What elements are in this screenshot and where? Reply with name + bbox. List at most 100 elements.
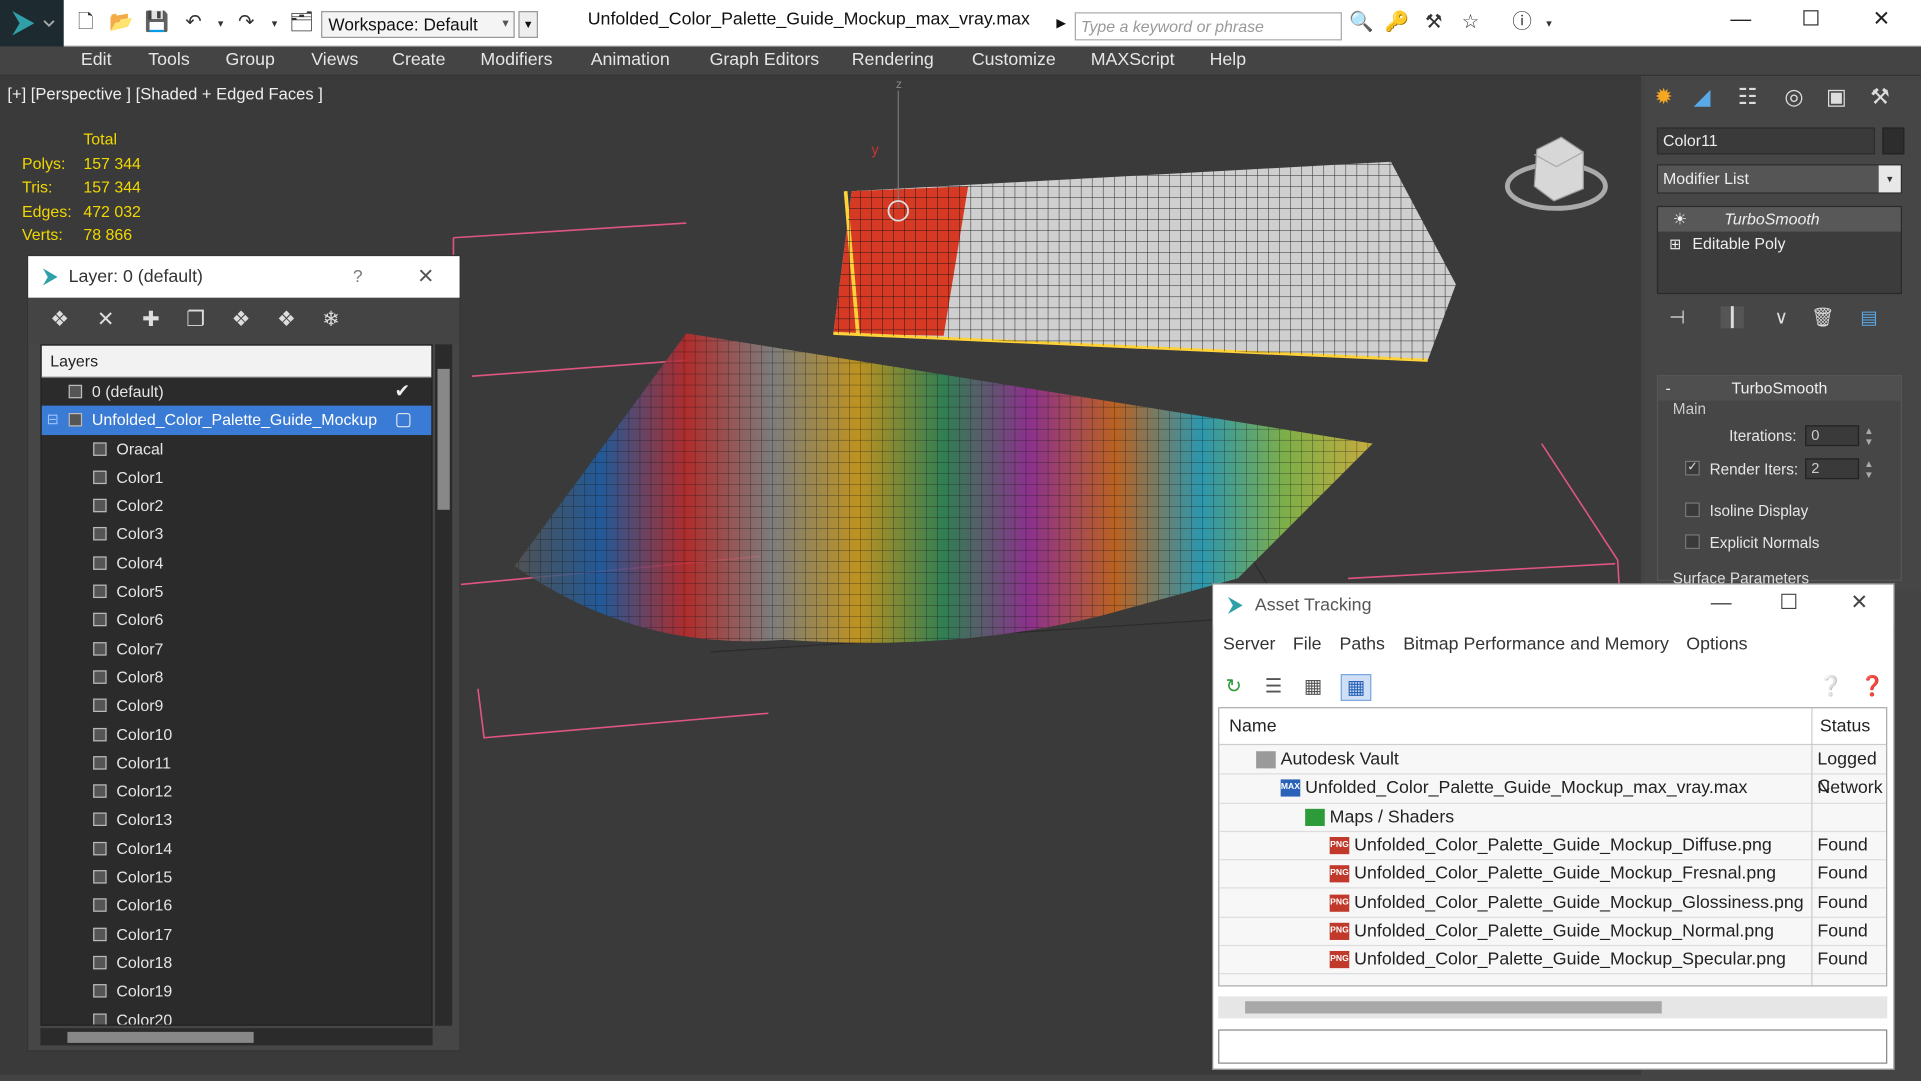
- asset-row[interactable]: PNG Unfolded_Color_Palette_Guide_Mockup_G…: [1219, 889, 1887, 918]
- layer-row[interactable]: Color16: [42, 891, 432, 920]
- table-view-icon[interactable]: ▦: [1340, 674, 1372, 701]
- layer-row[interactable]: Color17: [42, 920, 432, 949]
- remove-modifier-icon[interactable]: 🗑: [1811, 306, 1834, 329]
- layers-column-header[interactable]: Layers: [41, 345, 432, 378]
- spinner-arrows-icon[interactable]: ▲ ▼: [1864, 425, 1874, 447]
- search-expand-icon[interactable]: ▶: [1056, 12, 1071, 37]
- menu-animation[interactable]: Animation: [591, 50, 670, 70]
- layer-explorer-titlebar[interactable]: Layer: 0 (default) ? ×: [28, 256, 460, 298]
- hide-layers-icon[interactable]: ❖: [277, 308, 296, 333]
- collapse-icon[interactable]: ⊟: [47, 406, 59, 434]
- menu-bitmap-performance[interactable]: Bitmap Performance and Memory: [1403, 635, 1669, 655]
- menu-rendering[interactable]: Rendering: [852, 50, 934, 70]
- list-view-icon[interactable]: ☰: [1265, 674, 1283, 699]
- asset-row[interactable]: MAX Unfolded_Color_Palette_Guide_Mockup_m…: [1219, 775, 1887, 804]
- context-help-icon[interactable]: ❓: [1860, 674, 1884, 699]
- refresh-icon[interactable]: ↻: [1226, 674, 1242, 699]
- layer-row[interactable]: Color6: [42, 606, 432, 635]
- menu-server[interactable]: Server: [1223, 635, 1275, 655]
- close-icon[interactable]: ×: [418, 260, 434, 292]
- layer-row[interactable]: Color15: [42, 863, 432, 892]
- menu-file[interactable]: File: [1293, 635, 1322, 655]
- menu-views[interactable]: Views: [311, 50, 358, 70]
- layer-row[interactable]: Color9: [42, 692, 432, 721]
- delete-layer-icon[interactable]: ✕: [97, 308, 114, 333]
- undo-icon[interactable]: ↶: [181, 11, 206, 36]
- asset-row[interactable]: PNG Unfolded_Color_Palette_Guide_Mockup_S…: [1219, 946, 1887, 975]
- layer-row[interactable]: Color2: [42, 492, 432, 521]
- rollout-header[interactable]: - TurboSmooth: [1658, 376, 1901, 401]
- star-icon[interactable]: ☆: [1458, 11, 1483, 36]
- redo-dropdown-icon[interactable]: ▾: [262, 11, 287, 36]
- layer-row[interactable]: Color13: [42, 806, 432, 835]
- app-logo[interactable]: [0, 0, 64, 47]
- object-color-swatch[interactable]: [1882, 127, 1905, 155]
- column-header-name[interactable]: Name: [1229, 717, 1276, 737]
- layer-row[interactable]: ⊟ Unfolded_Color_Palette_Guide_Mockup ▢: [41, 406, 432, 435]
- configure-sets-icon[interactable]: ▤: [1860, 306, 1877, 329]
- minimize-icon[interactable]: —: [1711, 591, 1732, 616]
- highlight-layer-icon[interactable]: ❖: [232, 308, 251, 333]
- render-iters-checkbox[interactable]: ✓: [1685, 460, 1700, 476]
- layer-row[interactable]: Color19: [42, 977, 432, 1006]
- horizontal-scrollbar[interactable]: [1218, 996, 1888, 1019]
- menu-customize[interactable]: Customize: [972, 50, 1056, 70]
- asset-row[interactable]: PNG Unfolded_Color_Palette_Guide_Mockup_F…: [1219, 861, 1887, 890]
- workspace-dropdown[interactable]: Workspace: Default ▾: [321, 11, 515, 38]
- pin-stack-icon[interactable]: ⊣: [1669, 306, 1685, 329]
- isoline-display-checkbox[interactable]: [1685, 502, 1700, 518]
- menu-options[interactable]: Options: [1686, 635, 1747, 655]
- layer-row[interactable]: Color11: [42, 749, 432, 778]
- menu-help[interactable]: Help: [1210, 50, 1247, 70]
- redo-icon[interactable]: ↷: [234, 11, 259, 36]
- undo-dropdown-icon[interactable]: ▾: [208, 11, 233, 36]
- help-icon[interactable]: ❔: [1819, 674, 1843, 699]
- object-name-field[interactable]: Color11: [1656, 127, 1876, 155]
- vertical-scrollbar[interactable]: [435, 344, 453, 1026]
- stack-item-editable-poly[interactable]: ⊞ Editable Poly: [1658, 232, 1901, 257]
- lightbulb-icon[interactable]: ☀: [1673, 207, 1687, 232]
- add-to-layer-icon[interactable]: ✚: [142, 308, 159, 333]
- menu-group[interactable]: Group: [225, 50, 274, 70]
- menu-create[interactable]: Create: [392, 50, 445, 70]
- maximize-icon[interactable]: ☐: [1801, 7, 1820, 32]
- workspace-menu-button[interactable]: ▼: [518, 11, 538, 38]
- horizontal-scrollbar[interactable]: [40, 1028, 433, 1046]
- asset-row[interactable]: PNG Unfolded_Color_Palette_Guide_Mockup_D…: [1219, 832, 1887, 861]
- make-unique-icon[interactable]: ∨: [1775, 306, 1788, 329]
- spinner-arrows-icon[interactable]: ▲ ▼: [1864, 458, 1874, 480]
- layer-row[interactable]: Color20: [42, 1006, 432, 1025]
- asset-row[interactable]: Autodesk Vault Logged C: [1219, 746, 1887, 797]
- modify-tab-icon[interactable]: ◢: [1694, 85, 1711, 111]
- show-end-result-icon[interactable]: ┃: [1720, 306, 1744, 329]
- menu-tools[interactable]: Tools: [148, 50, 189, 70]
- tree-view-icon[interactable]: ▦: [1304, 674, 1323, 699]
- explicit-normals-checkbox[interactable]: [1685, 534, 1700, 550]
- menu-modifiers[interactable]: Modifiers: [480, 50, 552, 70]
- menu-maxscript[interactable]: MAXScript: [1091, 50, 1175, 70]
- current-layer-box-icon[interactable]: ▢: [395, 406, 412, 434]
- layer-row[interactable]: Color5: [42, 577, 432, 606]
- minimize-icon[interactable]: —: [1730, 7, 1751, 32]
- layer-row[interactable]: Color18: [42, 948, 432, 977]
- layer-row[interactable]: Color1: [42, 463, 432, 492]
- help-icon[interactable]: ?: [353, 266, 363, 286]
- motion-tab-icon[interactable]: ◎: [1784, 85, 1803, 111]
- open-file-icon[interactable]: 📂: [109, 11, 134, 36]
- new-layer-icon[interactable]: ❖: [50, 308, 69, 333]
- layer-row[interactable]: Color3: [42, 520, 432, 549]
- layer-row[interactable]: Color14: [42, 834, 432, 863]
- current-layer-check-icon[interactable]: ✔: [395, 377, 410, 405]
- menu-edit[interactable]: Edit: [81, 50, 112, 70]
- scrollbar-thumb[interactable]: [67, 1031, 254, 1043]
- expand-icon[interactable]: ⊞: [1669, 232, 1681, 257]
- new-file-icon[interactable]: 🗋: [74, 11, 99, 36]
- viewcube-icon[interactable]: [1498, 125, 1616, 228]
- menu-graph-editors[interactable]: Graph Editors: [710, 50, 820, 70]
- asset-row[interactable]: Maps / Shaders: [1219, 803, 1887, 832]
- layer-row[interactable]: Color12: [42, 777, 432, 806]
- binoculars-icon[interactable]: 🔍: [1349, 11, 1374, 36]
- modifier-list-dropdown[interactable]: Modifier List ▾: [1656, 164, 1902, 194]
- project-folder-icon[interactable]: 🗂: [289, 11, 314, 36]
- maximize-icon[interactable]: ☐: [1779, 591, 1798, 616]
